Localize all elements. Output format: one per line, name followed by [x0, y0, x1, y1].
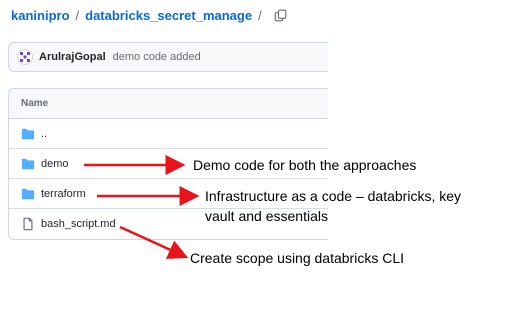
annotation-terraform-line2: vault and essentials [205, 208, 328, 224]
annotation-terraform-line1: Infrastructure as a code – databricks, k… [205, 188, 462, 204]
annotation-demo: Demo code for both the approaches [193, 157, 417, 173]
annotation-bash-script: Create scope using databricks CLI [190, 250, 404, 266]
arrow-to-bash-script [119, 225, 189, 259]
